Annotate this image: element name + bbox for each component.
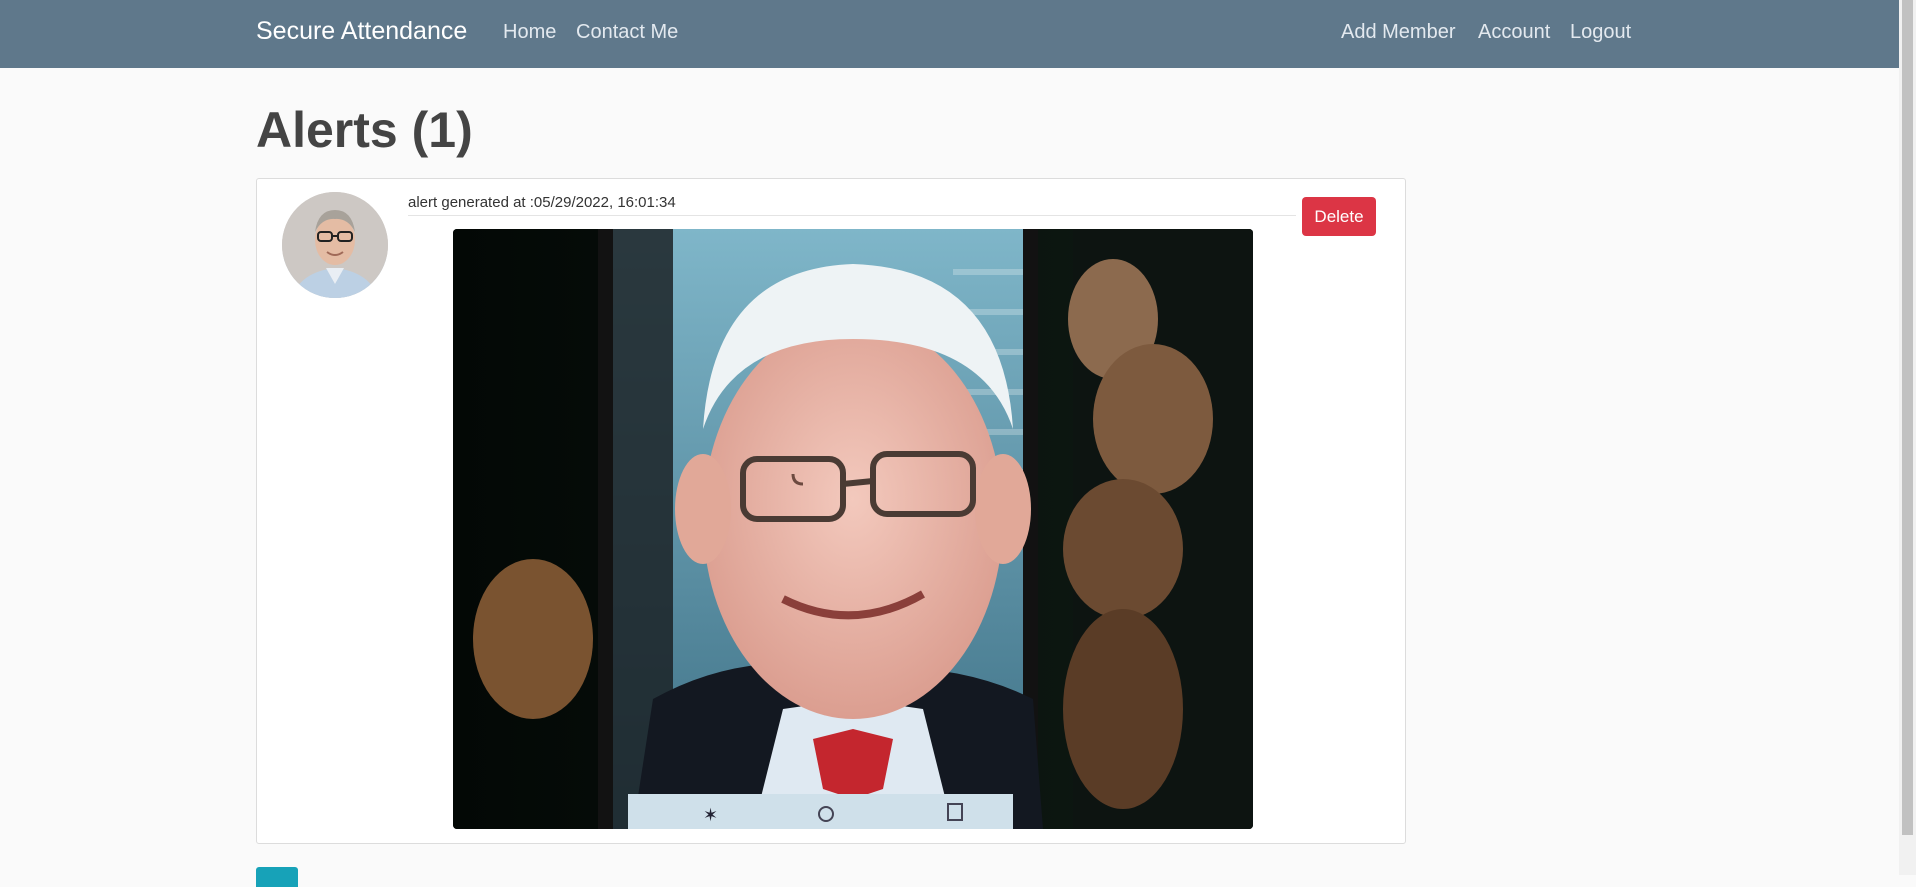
- page-title: Alerts (1): [256, 102, 473, 158]
- alert-timestamp: alert generated at :05/29/2022, 16:01:34: [408, 191, 1296, 216]
- top-navbar: Secure Attendance Home Contact Me Add Me…: [0, 0, 1899, 68]
- scrollbar-thumb[interactable]: [1902, 0, 1913, 835]
- pagination-button[interactable]: [256, 867, 298, 887]
- alert-card: alert generated at :05/29/2022, 16:01:34…: [256, 178, 1406, 844]
- svg-text:✶: ✶: [703, 805, 718, 826]
- nav-logout-link[interactable]: Logout: [1570, 21, 1631, 44]
- member-avatar: [282, 192, 388, 298]
- alert-capture-image: ✶: [453, 229, 1253, 829]
- vertical-scrollbar[interactable]: [1899, 0, 1916, 875]
- nav-home-link[interactable]: Home: [503, 21, 556, 44]
- nav-account-link[interactable]: Account: [1478, 21, 1550, 44]
- nav-contact-link[interactable]: Contact Me: [576, 21, 678, 44]
- nav-add-member-link[interactable]: Add Member: [1341, 21, 1456, 44]
- delete-alert-button[interactable]: Delete: [1302, 197, 1376, 236]
- brand-link[interactable]: Secure Attendance: [256, 17, 467, 46]
